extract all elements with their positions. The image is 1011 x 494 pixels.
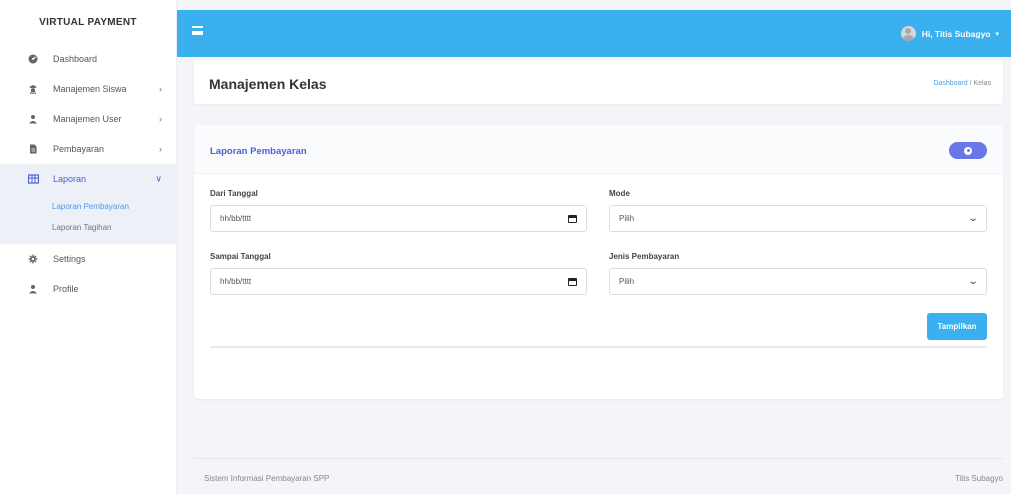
sidebar-nav: Dashboard Manajemen Siswa › Manajemen Us…	[0, 44, 176, 194]
mode-label: Mode	[609, 189, 630, 198]
calendar-icon[interactable]	[568, 278, 577, 286]
chevron-right-icon: ›	[159, 114, 162, 124]
sidebar-item-label: Pembayaran	[53, 144, 105, 154]
chevron-down-icon: ∨	[155, 173, 162, 184]
tampilkan-button[interactable]: Tampilkan	[927, 313, 987, 340]
chevron-right-icon: ›	[159, 84, 162, 94]
breadcrumb-link-dashboard[interactable]: Dashboard	[933, 80, 967, 87]
chevron-right-icon: ›	[159, 144, 162, 154]
user-greeting: Hi, Titis Subagyo	[921, 28, 991, 39]
sidebar-item-manajemen-siswa[interactable]: Manajemen Siswa ›	[0, 74, 176, 104]
gear-icon	[27, 254, 39, 264]
sidebar-item-label: Manajemen User	[53, 114, 122, 124]
user-icon	[27, 284, 39, 294]
sidebar-item-label: Manajemen Siswa	[53, 84, 127, 94]
date-value: hh/bb/tttt	[220, 277, 252, 286]
divider	[210, 346, 987, 348]
student-icon	[27, 84, 39, 94]
sidebar-item-label: Settings	[53, 254, 86, 264]
sidebar-item-profile[interactable]: Profile	[0, 274, 176, 304]
avatar	[900, 26, 916, 41]
mode-select[interactable]: Pilih ⌄	[609, 205, 987, 232]
page-title: Manajemen Kelas	[209, 76, 327, 92]
submenu-item-laporan-tagihan[interactable]: Laporan Tagihan	[0, 217, 176, 238]
jenis-pembayaran-label: Jenis Pembayaran	[609, 252, 680, 261]
footer-app-name: Sistem Informasi Pembayaran SPP	[204, 474, 330, 483]
topbar: Hi, Titis Subagyo ▾	[177, 10, 1011, 57]
sampai-tanggal-input[interactable]: hh/bb/tttt	[210, 268, 587, 295]
sidebar-item-manajemen-user[interactable]: Manajemen User ›	[0, 104, 176, 134]
submenu-item-laporan-pembayaran[interactable]: Laporan Pembayaran	[0, 196, 176, 217]
breadcrumb-current: Kelas	[973, 80, 991, 87]
sidebar-item-dashboard[interactable]: Dashboard	[0, 44, 176, 74]
caret-down-icon: ▾	[995, 30, 999, 38]
plus-circle-icon	[964, 146, 972, 155]
sidebar-item-label: Laporan	[53, 174, 87, 184]
footer-author: Titis Subagyo	[954, 474, 1003, 483]
breadcrumb-separator: /	[969, 80, 972, 87]
date-value: hh/bb/tttt	[220, 214, 252, 223]
chevron-down-icon: ⌄	[967, 276, 979, 287]
dari-tanggal-input[interactable]: hh/bb/tttt	[210, 205, 587, 232]
sidebar: VIRTUAL PAYMENT Dashboard Manajemen Sisw…	[0, 0, 177, 494]
add-button[interactable]	[949, 142, 987, 159]
calendar-icon[interactable]	[568, 215, 577, 223]
footer: Sistem Informasi Pembayaran SPP Titis Su…	[194, 458, 1003, 494]
sidebar-item-settings[interactable]: Settings	[0, 244, 176, 274]
file-icon	[27, 144, 39, 154]
sidebar-item-label: Profile	[53, 284, 79, 294]
select-value: Pilih	[619, 214, 635, 223]
breadcrumb: Dashboard / Kelas	[933, 80, 991, 87]
sidebar-item-pembayaran[interactable]: Pembayaran ›	[0, 134, 176, 164]
card-title: Laporan Pembayaran	[210, 146, 307, 157]
sidebar-item-label: Dashboard	[53, 54, 98, 64]
users-icon	[27, 114, 39, 124]
laporan-submenu: Laporan Pembayaran Laporan Tagihan	[0, 194, 176, 244]
dashboard-icon	[27, 54, 39, 64]
hamburger-menu-icon[interactable]	[192, 26, 203, 35]
card-header: Laporan Pembayaran	[194, 125, 1003, 174]
sampai-tanggal-label: Sampai Tanggal	[210, 252, 271, 261]
sidebar-item-laporan[interactable]: Laporan ∨	[0, 164, 176, 194]
brand-logo[interactable]: VIRTUAL PAYMENT	[0, 0, 176, 44]
table-icon	[27, 174, 39, 184]
select-value: Pilih	[619, 277, 635, 286]
sidebar-nav-bottom: Settings Profile	[0, 244, 176, 304]
dari-tanggal-label: Dari Tanggal	[210, 189, 258, 198]
page-header: Manajemen Kelas Dashboard / Kelas	[194, 60, 1003, 104]
user-menu[interactable]: Hi, Titis Subagyo ▾	[900, 26, 999, 41]
jenis-pembayaran-select[interactable]: Pilih ⌄	[609, 268, 987, 295]
chevron-down-icon: ⌄	[967, 213, 979, 224]
report-card: Laporan Pembayaran Dari Tanggal hh/bb/tt…	[194, 125, 1003, 399]
